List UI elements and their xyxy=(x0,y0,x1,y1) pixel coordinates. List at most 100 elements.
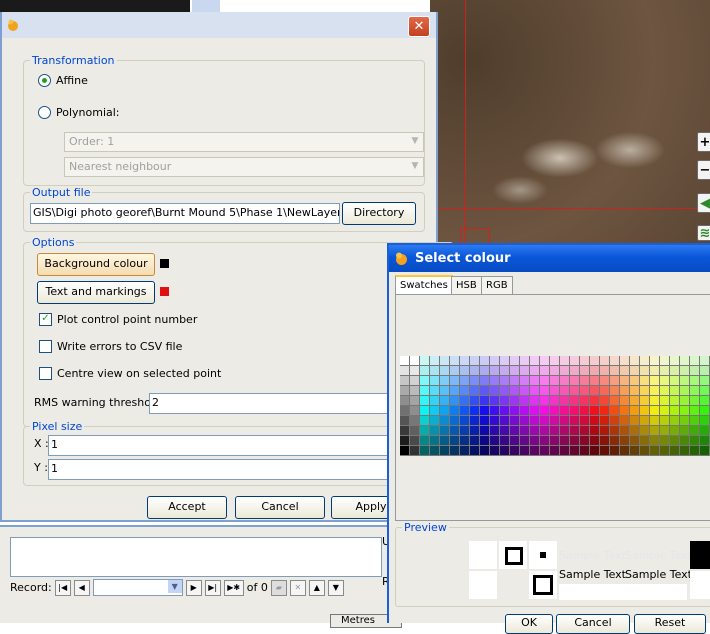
colour-swatch-cell[interactable] xyxy=(610,396,619,405)
colour-swatch-cell[interactable] xyxy=(610,406,619,415)
colour-swatch-cell[interactable] xyxy=(660,376,669,385)
accept-button[interactable]: Accept xyxy=(147,496,227,519)
colour-swatch-cell[interactable] xyxy=(640,376,649,385)
colour-swatch-cell[interactable] xyxy=(660,366,669,375)
tab-hsb[interactable]: HSB xyxy=(451,276,482,295)
colour-swatch-cell[interactable] xyxy=(470,356,479,365)
colour-swatch-cell[interactable] xyxy=(700,436,709,445)
colour-swatch-cell[interactable] xyxy=(600,406,609,415)
colour-swatch-cell[interactable] xyxy=(480,426,489,435)
colour-swatch-cell[interactable] xyxy=(530,396,539,405)
colour-swatch-cell[interactable] xyxy=(670,416,679,425)
colour-swatch-cell[interactable] xyxy=(670,436,679,445)
colour-swatch-cell[interactable] xyxy=(520,356,529,365)
colour-swatch-cell[interactable] xyxy=(630,416,639,425)
colour-swatch-cell[interactable] xyxy=(570,356,579,365)
colour-swatch-cell[interactable] xyxy=(490,366,499,375)
colour-swatch-cell[interactable] xyxy=(480,356,489,365)
colour-swatch-cell[interactable] xyxy=(560,436,569,445)
zoom-out-icon[interactable]: − xyxy=(697,160,710,180)
colour-swatch-cell[interactable] xyxy=(420,366,429,375)
zoom-in-icon[interactable]: + xyxy=(697,132,710,152)
colour-swatch-cell[interactable] xyxy=(530,446,539,455)
colour-swatch-cell[interactable] xyxy=(430,366,439,375)
colour-swatch-cell[interactable] xyxy=(610,376,619,385)
colour-swatch-cell[interactable] xyxy=(470,386,479,395)
colour-swatch-cell[interactable] xyxy=(560,396,569,405)
pixel-y-field[interactable]: 1 xyxy=(48,459,392,480)
tab-rgb[interactable]: RGB xyxy=(481,276,513,295)
colour-swatch-cell[interactable] xyxy=(450,386,459,395)
colour-swatch-cell[interactable] xyxy=(540,426,549,435)
colour-swatch-cell[interactable] xyxy=(620,386,629,395)
delete-record-icon[interactable]: ✕ xyxy=(289,579,306,596)
text-markings-button[interactable]: Text and markings xyxy=(37,281,155,304)
colour-swatch-cell[interactable] xyxy=(430,426,439,435)
colour-swatch-cell[interactable] xyxy=(640,426,649,435)
layers-icon[interactable]: ≋ xyxy=(697,225,710,241)
colour-swatch-cell[interactable] xyxy=(670,396,679,405)
colour-swatch-cell[interactable] xyxy=(510,386,519,395)
colour-swatch-cell[interactable] xyxy=(460,376,469,385)
colour-swatch-cell[interactable] xyxy=(590,396,599,405)
colour-swatch-cell[interactable] xyxy=(580,446,589,455)
colour-swatch-cell[interactable] xyxy=(640,406,649,415)
colour-swatch-cell[interactable] xyxy=(400,386,409,395)
colour-swatch-cell[interactable] xyxy=(620,376,629,385)
colour-swatch-cell[interactable] xyxy=(560,376,569,385)
colour-swatch-cell[interactable] xyxy=(470,426,479,435)
colour-swatch-cell[interactable] xyxy=(680,356,689,365)
colour-swatch-cell[interactable] xyxy=(650,406,659,415)
colour-swatch-cell[interactable] xyxy=(690,446,699,455)
colour-swatch-cell[interactable] xyxy=(510,406,519,415)
colour-swatch-cell[interactable] xyxy=(670,366,679,375)
colour-swatch-cell[interactable] xyxy=(660,406,669,415)
colour-swatch-cell[interactable] xyxy=(680,436,689,445)
colour-swatch-cell[interactable] xyxy=(670,406,679,415)
colour-swatch-cell[interactable] xyxy=(500,356,509,365)
colour-swatch-cell[interactable] xyxy=(420,406,429,415)
colour-swatch-cell[interactable] xyxy=(580,436,589,445)
pan-back-icon[interactable]: ◀ xyxy=(697,193,710,213)
colour-swatch-cell[interactable] xyxy=(700,416,709,425)
colour-swatch-cell[interactable] xyxy=(550,366,559,375)
colour-swatch-cell[interactable] xyxy=(570,386,579,395)
colour-swatch-cell[interactable] xyxy=(450,446,459,455)
colour-swatch-cell[interactable] xyxy=(540,406,549,415)
colour-swatch-cell[interactable] xyxy=(420,396,429,405)
colour-swatch-cell[interactable] xyxy=(420,356,429,365)
colour-swatch-cell[interactable] xyxy=(570,376,579,385)
colour-swatch-cell[interactable] xyxy=(520,416,529,425)
colour-swatch-cell[interactable] xyxy=(700,406,709,415)
colour-swatch-cell[interactable] xyxy=(400,426,409,435)
colour-swatch-cell[interactable] xyxy=(530,406,539,415)
colour-swatch-cell[interactable] xyxy=(530,356,539,365)
colour-swatch-cell[interactable] xyxy=(610,426,619,435)
colour-swatch-cell[interactable] xyxy=(630,356,639,365)
colour-swatch-cell[interactable] xyxy=(530,416,539,425)
colour-swatch-cell[interactable] xyxy=(680,396,689,405)
colour-swatch-cell[interactable] xyxy=(450,376,459,385)
colour-swatch-cell[interactable] xyxy=(470,376,479,385)
colour-swatch-cell[interactable] xyxy=(680,426,689,435)
colour-swatch-cell[interactable] xyxy=(510,416,519,425)
colour-swatch-cell[interactable] xyxy=(650,366,659,375)
colour-swatch-cell[interactable] xyxy=(690,426,699,435)
colour-swatch-cell[interactable] xyxy=(690,366,699,375)
colour-swatch-cell[interactable] xyxy=(660,416,669,425)
colour-swatch-cell[interactable] xyxy=(430,386,439,395)
colour-swatch-cell[interactable] xyxy=(550,446,559,455)
colour-swatch-cell[interactable] xyxy=(570,426,579,435)
colour-swatch-cell[interactable] xyxy=(690,416,699,425)
cancel-button[interactable]: Cancel xyxy=(235,496,325,519)
colour-swatch-cell[interactable] xyxy=(600,416,609,425)
colour-swatch-cell[interactable] xyxy=(500,366,509,375)
colour-swatch-cell[interactable] xyxy=(580,416,589,425)
colour-swatch-cell[interactable] xyxy=(670,356,679,365)
pixel-x-field[interactable]: 1 xyxy=(48,435,392,456)
colour-swatch-cell[interactable] xyxy=(630,426,639,435)
colour-swatch-cell[interactable] xyxy=(610,356,619,365)
colour-swatch-cell[interactable] xyxy=(690,356,699,365)
colour-swatch-cell[interactable] xyxy=(690,396,699,405)
colour-swatch-cell[interactable] xyxy=(400,366,409,375)
